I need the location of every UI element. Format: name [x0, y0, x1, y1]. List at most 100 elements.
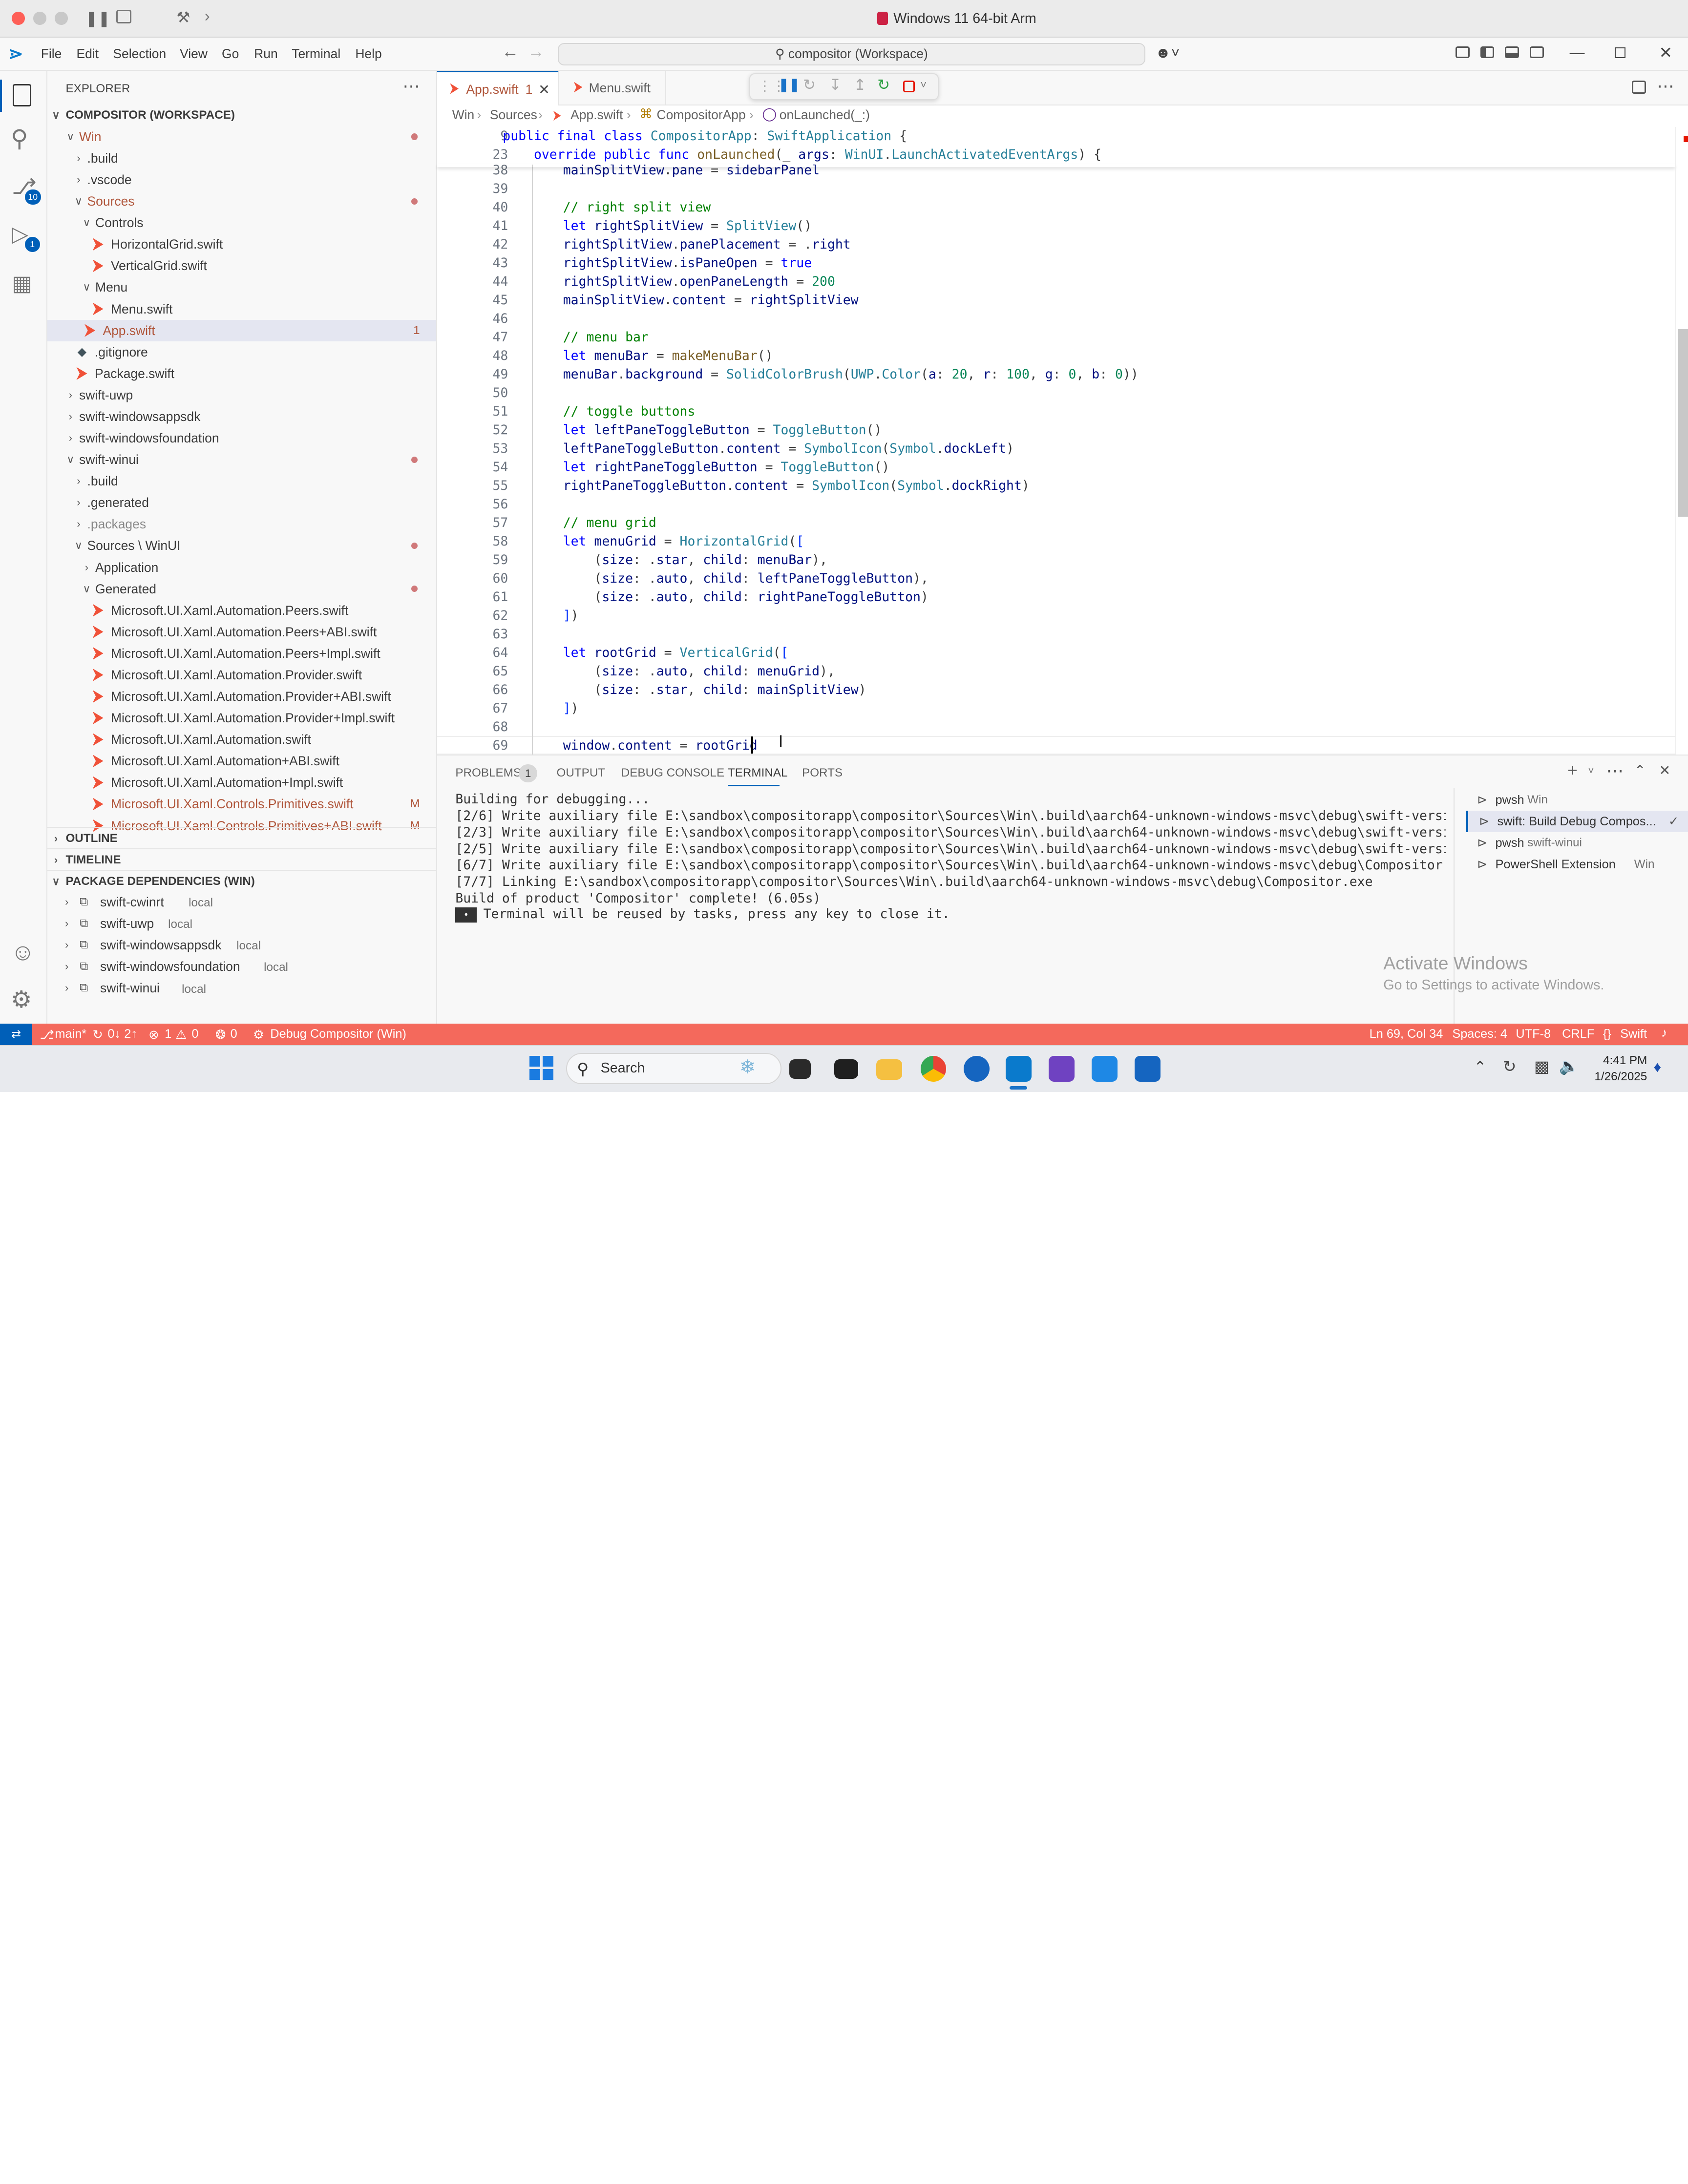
- bell-icon[interactable]: ♪: [1661, 1026, 1667, 1040]
- copilot-icon[interactable]: ☻˅: [1155, 44, 1180, 62]
- tree-item[interactable]: ∨ Win: [47, 126, 436, 147]
- tree-item[interactable]: App.swift 1: [47, 319, 436, 341]
- menu-terminal[interactable]: Terminal: [292, 46, 340, 62]
- tree-item[interactable]: Microsoft.UI.Xaml.Controls.Primitives.sw…: [47, 793, 436, 815]
- chrome-icon[interactable]: [920, 1056, 947, 1082]
- branch-name[interactable]: main*: [55, 1027, 86, 1041]
- line-ending[interactable]: CRLF: [1562, 1027, 1594, 1041]
- menu-go[interactable]: Go: [222, 46, 239, 62]
- error-count[interactable]: 1: [165, 1027, 171, 1041]
- dependency-item[interactable]: › ⧉ swift-windowsappsdk local: [47, 934, 436, 956]
- tree-item[interactable]: Microsoft.UI.Xaml.Automation.Peers+Impl.…: [47, 643, 436, 664]
- tree-item[interactable]: ∨ Sources \ WinUI: [47, 535, 436, 556]
- tab-ports[interactable]: PORTS: [802, 766, 843, 780]
- network-icon[interactable]: ▩: [1534, 1057, 1549, 1076]
- tab-problems[interactable]: PROBLEMS: [455, 766, 521, 780]
- tree-item[interactable]: › .vscode: [47, 169, 436, 190]
- breadcrumb-item[interactable]: CompositorApp: [656, 107, 745, 123]
- step-into-icon[interactable]: ↧: [829, 76, 842, 94]
- dependency-item[interactable]: › ⧉ swift-windowsfoundation local: [47, 956, 436, 977]
- app-icon[interactable]: [1135, 1056, 1160, 1082]
- breadcrumb-item[interactable]: Sources: [490, 107, 537, 123]
- pause-icon[interactable]: ❚❚: [85, 10, 110, 27]
- menu-run[interactable]: Run: [254, 46, 278, 62]
- chevron-down-icon[interactable]: ˅: [1588, 764, 1594, 777]
- file-explorer-icon[interactable]: [876, 1059, 903, 1080]
- terminal-list-item[interactable]: ⊳ swift: Build Debug Compos... ✓: [1466, 810, 1688, 832]
- tree-item[interactable]: Microsoft.UI.Xaml.Automation.Peers.swift: [47, 600, 436, 621]
- tree-item[interactable]: HorizontalGrid.swift: [47, 233, 436, 255]
- package-deps-section[interactable]: ∨ PACKAGE DEPENDENCIES (WIN): [47, 869, 436, 891]
- tree-item[interactable]: › swift-uwp: [47, 384, 436, 406]
- tree-item[interactable]: ◆ .gitignore: [47, 341, 436, 363]
- tree-item[interactable]: Microsoft.UI.Xaml.Automation.Provider+AB…: [47, 686, 436, 707]
- tree-item[interactable]: ∨ Sources: [47, 190, 436, 212]
- vscode-taskbar-icon[interactable]: [1005, 1056, 1032, 1082]
- pause-icon[interactable]: ❚❚: [778, 77, 800, 92]
- sticky-line[interactable]: 23 override public func onLaunched(_ arg…: [437, 146, 1675, 164]
- breadcrumb-item[interactable]: onLaunched(_:): [780, 107, 870, 123]
- minimize-window-button[interactable]: [33, 12, 46, 25]
- restart-icon[interactable]: ↻: [877, 76, 890, 94]
- tab-debug-console[interactable]: DEBUG CONSOLE: [621, 766, 724, 780]
- tab-terminal[interactable]: TERMINAL: [728, 766, 788, 780]
- chevron-down-icon[interactable]: ˅: [920, 79, 927, 91]
- visual-studio-icon[interactable]: [1048, 1056, 1075, 1082]
- taskbar-search[interactable]: ⚲ Search ❄: [566, 1052, 782, 1084]
- dependency-item[interactable]: › ⧉ swift-winui local: [47, 977, 436, 999]
- toggle-panel-icon[interactable]: [1505, 46, 1519, 58]
- zoom-window-button[interactable]: [55, 12, 68, 25]
- tree-item[interactable]: › swift-windowsappsdk: [47, 406, 436, 427]
- layout-customize-icon[interactable]: [1455, 46, 1470, 58]
- indentation[interactable]: Spaces: 4: [1452, 1027, 1507, 1041]
- editor-scrollbar[interactable]: [1675, 127, 1688, 755]
- terminal-list-item[interactable]: ⊳ PowerShell Extension Win: [1466, 854, 1688, 875]
- tree-item[interactable]: ∨ Controls: [47, 212, 436, 233]
- close-window-button[interactable]: [12, 12, 25, 25]
- breadcrumb-item[interactable]: Win: [452, 107, 475, 123]
- dependency-item[interactable]: › ⧉ swift-uwp local: [47, 913, 436, 934]
- step-over-icon[interactable]: ↻: [803, 76, 816, 94]
- more-actions-icon[interactable]: ⋯: [402, 76, 420, 96]
- maps-icon[interactable]: [963, 1056, 990, 1082]
- sync-tray-icon[interactable]: ↻: [1503, 1057, 1517, 1076]
- tree-item[interactable]: › swift-windowsfoundation: [47, 427, 436, 449]
- chevron-up-icon[interactable]: ⌃: [1474, 1058, 1486, 1076]
- stop-icon[interactable]: [903, 81, 915, 93]
- restore-icon[interactable]: [1615, 47, 1626, 58]
- extensions-icon[interactable]: ▦: [12, 271, 32, 296]
- task-view-icon[interactable]: [789, 1059, 811, 1079]
- scrollbar-thumb[interactable]: [1678, 329, 1688, 517]
- menu-selection[interactable]: Selection: [113, 46, 166, 62]
- tree-item[interactable]: Microsoft.UI.Xaml.Automation.Peers+ABI.s…: [47, 621, 436, 643]
- tree-item[interactable]: › Application: [47, 557, 436, 578]
- cursor-position[interactable]: Ln 69, Col 34: [1370, 1027, 1443, 1041]
- tree-item[interactable]: ∨ Menu: [47, 276, 436, 298]
- tree-item[interactable]: ∨ swift-winui: [47, 449, 436, 470]
- timeline-section[interactable]: › TIMELINE: [47, 848, 436, 870]
- tree-item[interactable]: Microsoft.UI.Xaml.Automation.swift: [47, 729, 436, 750]
- terminal-list-item[interactable]: ⊳ pwsh Win: [1466, 789, 1688, 811]
- tab-output[interactable]: OUTPUT: [557, 766, 606, 780]
- breadcrumb-item[interactable]: App.swift: [570, 107, 623, 123]
- tree-item[interactable]: › .packages: [47, 513, 436, 535]
- store-icon[interactable]: [1091, 1056, 1118, 1082]
- tab-app-swift[interactable]: App.swift 1 ✕: [437, 71, 559, 105]
- tree-item[interactable]: Microsoft.UI.Xaml.Automation+Impl.swift: [47, 772, 436, 793]
- menu-view[interactable]: View: [180, 46, 208, 62]
- gear-icon[interactable]: ⚙: [11, 986, 32, 1013]
- notification-bell-icon[interactable]: ♦: [1653, 1058, 1661, 1076]
- maximize-panel-icon[interactable]: ⌃: [1634, 762, 1646, 779]
- tree-item[interactable]: › .generated: [47, 492, 436, 513]
- chevron-right-icon[interactable]: ›: [205, 7, 210, 26]
- taskbar-date[interactable]: 1/26/2025: [1584, 1070, 1647, 1084]
- tree-item[interactable]: Menu.swift: [47, 298, 436, 320]
- outline-section[interactable]: › OUTLINE: [47, 826, 436, 848]
- volume-icon[interactable]: 🔈: [1559, 1057, 1579, 1076]
- tree-item[interactable]: › .build: [47, 147, 436, 169]
- remote-icon[interactable]: ⇄: [0, 1024, 33, 1046]
- more-actions-icon[interactable]: ⋯: [1657, 76, 1674, 96]
- workspace-header[interactable]: ∨ COMPOSITOR (WORKSPACE): [47, 105, 436, 126]
- sticky-line[interactable]: 9 public final class CompositorApp: Swift…: [437, 127, 1675, 146]
- dependency-item[interactable]: › ⧉ swift-cwinrt local: [47, 891, 436, 913]
